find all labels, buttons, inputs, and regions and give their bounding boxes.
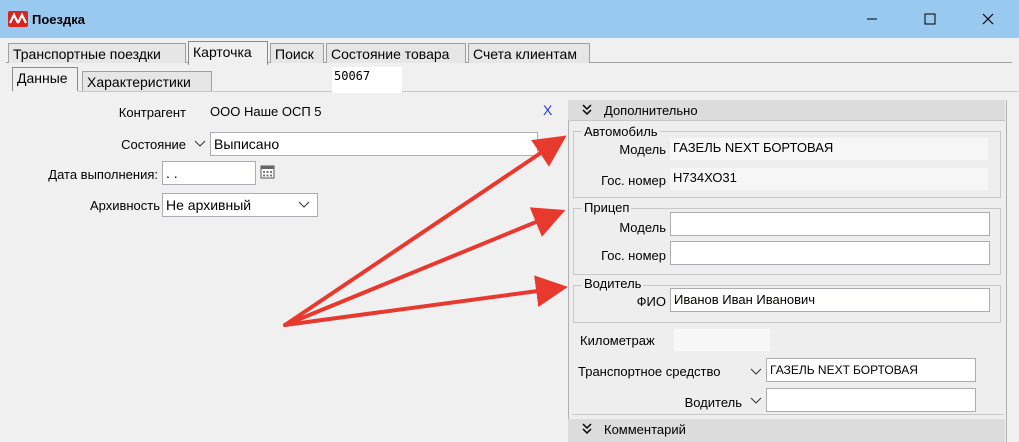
tab-data[interactable]: Данные	[12, 67, 78, 91]
mileage-value	[674, 329, 770, 351]
state-dropdown-chevron-icon[interactable]	[190, 132, 210, 154]
collapse-chevron-icon[interactable]	[580, 102, 594, 118]
archive-chevron-down-icon[interactable]	[294, 196, 314, 214]
car-plate-label: Гос. номер	[601, 173, 666, 188]
driver-group-title: Водитель	[582, 276, 644, 291]
tab-goods-state[interactable]: Состояние товара	[326, 43, 466, 63]
driver-select-label: Водитель	[684, 395, 742, 410]
additional-panel-title: Дополнительно	[604, 103, 698, 118]
mileage-label: Километраж	[580, 333, 655, 348]
arrow-to-car	[283, 135, 567, 327]
window-title: Поездка	[32, 12, 85, 27]
date-label: Дата выполнения:	[48, 167, 158, 182]
trailer-model-label: Модель	[619, 220, 666, 235]
trailer-plate-field[interactable]	[670, 241, 990, 265]
arrow-to-trailer	[283, 207, 566, 327]
record-number: 50067	[332, 67, 402, 93]
car-plate-value: Н734ХО31	[670, 168, 988, 190]
contractor-label: Контрагент	[118, 105, 186, 120]
archive-label: Архивность	[89, 198, 160, 213]
car-group-title: Автомобиль	[582, 124, 660, 139]
maximize-button[interactable]	[910, 8, 950, 30]
panel-divider	[572, 414, 1004, 415]
tab-search[interactable]: Поиск	[270, 43, 324, 63]
comment-panel-title: Комментарий	[604, 422, 686, 437]
driver-name-label: ФИО	[636, 294, 666, 309]
date-field[interactable]: . .	[162, 161, 256, 185]
archive-select-value: Не архивный	[166, 197, 252, 213]
arrow-to-driver	[283, 275, 568, 327]
tab-characteristics[interactable]: Характеристики	[82, 71, 212, 91]
minimize-button[interactable]	[852, 8, 892, 30]
trailer-group-title: Прицеп	[582, 200, 632, 215]
driver-name-field[interactable]: Иванов Иван Иванович	[670, 288, 990, 312]
subtab-border	[78, 91, 1018, 92]
state-field[interactable]: Выписано	[210, 132, 538, 156]
trailer-model-field[interactable]	[670, 212, 990, 236]
close-button[interactable]	[968, 8, 1008, 30]
driver-dropdown-chevron-icon[interactable]	[746, 389, 766, 411]
tab-card[interactable]: Карточка	[188, 41, 268, 65]
tab-client-invoices[interactable]: Счета клиентам	[468, 43, 590, 63]
comment-chevron-icon[interactable]	[580, 421, 594, 437]
calendar-icon[interactable]	[260, 164, 276, 180]
contractor-value: ООО Наше ОСП 5	[210, 104, 322, 119]
tab-transport-trips[interactable]: Транспортные поездки	[8, 43, 186, 63]
driver-select-field[interactable]	[766, 388, 976, 412]
vehicle-label: Транспортное средство	[578, 364, 721, 379]
clear-contractor-button[interactable]: X	[543, 102, 552, 118]
car-model-value: ГАЗЕЛЬ NEXT БОРТОВАЯ	[670, 138, 988, 160]
app-logo-icon	[8, 11, 28, 27]
car-model-label: Модель	[619, 142, 666, 157]
state-label: Состояние	[121, 137, 186, 152]
trailer-plate-label: Гос. номер	[601, 248, 666, 263]
vehicle-field[interactable]: ГАЗЕЛЬ NEXT БОРТОВАЯ	[766, 358, 976, 382]
vehicle-dropdown-chevron-icon[interactable]	[746, 360, 766, 382]
